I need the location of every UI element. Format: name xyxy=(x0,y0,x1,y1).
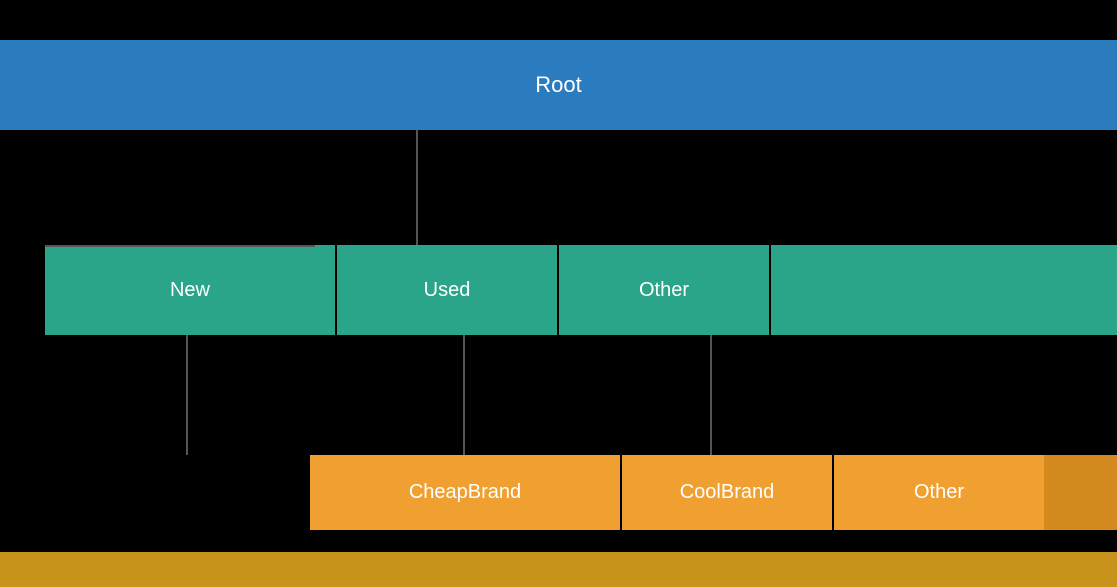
root-bar: Root xyxy=(0,40,1117,130)
condition-row: New Used Other xyxy=(0,245,1117,335)
cond-new-connector xyxy=(186,335,188,455)
cond-other-connector xyxy=(710,335,712,455)
condition-other[interactable]: Other xyxy=(559,245,769,335)
h-line-top-1 xyxy=(45,245,315,247)
brand-spacer xyxy=(0,455,155,530)
brand-cheapbrand[interactable]: CheapBrand xyxy=(310,455,620,530)
condition-used[interactable]: Used xyxy=(337,245,557,335)
cond-used-connector xyxy=(463,335,465,455)
root-connector-line xyxy=(416,130,418,245)
bottom-bar xyxy=(0,552,1117,587)
condition-new[interactable]: New xyxy=(45,245,335,335)
brand-coolbrand[interactable]: CoolBrand xyxy=(622,455,832,530)
brand-extra xyxy=(1044,455,1117,530)
root-label: Root xyxy=(535,72,581,98)
condition-extra xyxy=(771,245,1117,335)
brand-other[interactable]: Other xyxy=(834,455,1044,530)
brand-row: CheapBrand CoolBrand Other xyxy=(0,455,1117,530)
